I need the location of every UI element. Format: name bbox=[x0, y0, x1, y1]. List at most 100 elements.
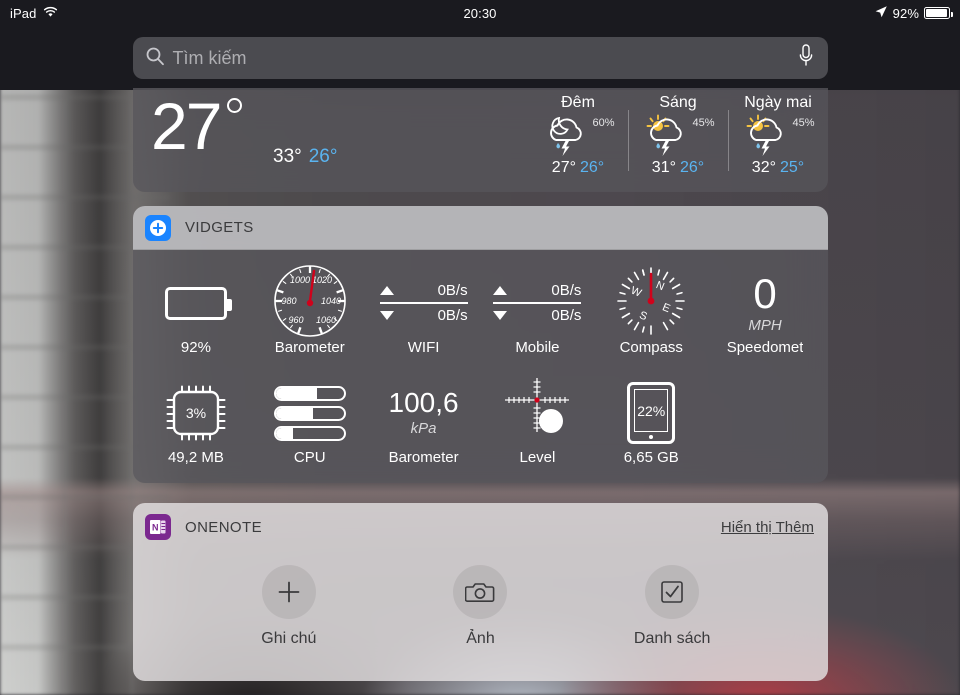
widget-label: Level bbox=[519, 449, 556, 466]
widget-speedometer[interactable]: 0 MPH Speedomet bbox=[708, 260, 822, 370]
show-more-button[interactable]: Hiển thị Thêm bbox=[721, 519, 814, 536]
barometer-gauge-icon: 1000 1020 980 1040 960 1060 bbox=[272, 263, 348, 344]
weather-forecast: Đêm 60% 27° 26° Sáng 45% 31° 26° Ngày ma… bbox=[528, 88, 828, 192]
onenote-action-list[interactable]: Danh sách bbox=[612, 565, 732, 648]
pressure-unit: kPa bbox=[410, 420, 437, 437]
widget-label: Speedomet bbox=[726, 339, 804, 356]
svg-text:S: S bbox=[638, 309, 649, 323]
onenote-icon: N bbox=[145, 514, 171, 540]
forecast-day-label: Đêm bbox=[561, 94, 595, 111]
forecast-precip: 60% bbox=[592, 117, 615, 129]
upload-speed: 0B/s bbox=[437, 282, 468, 300]
svg-text:E: E bbox=[661, 301, 672, 315]
compass-icon: N E S W bbox=[614, 264, 688, 343]
widget-level[interactable]: Level bbox=[481, 370, 595, 480]
plus-icon bbox=[261, 565, 316, 619]
download-speed: 0B/s bbox=[437, 306, 468, 324]
speed-unit: MPH bbox=[748, 316, 782, 334]
forecast-precip: 45% bbox=[792, 117, 815, 129]
search-placeholder: Tìm kiếm bbox=[172, 47, 247, 68]
status-bar-clock: 20:30 bbox=[463, 5, 497, 21]
widget-cpu[interactable]: CPU bbox=[253, 370, 367, 480]
weather-low: 26° bbox=[308, 146, 338, 167]
forecast-low: 26° bbox=[680, 159, 705, 176]
forecast-column: Ngày mai 45% 32° 25° bbox=[728, 94, 828, 177]
search-bar-container: Tìm kiếm bbox=[0, 26, 960, 90]
forecast-high: 32° bbox=[751, 159, 776, 176]
widget-barometer-gauge[interactable]: 1000 1020 980 1040 960 1060 Barometer bbox=[253, 260, 367, 370]
widget-pressure[interactable]: 100,6 kPa Barometer bbox=[367, 370, 481, 480]
widget-empty-slot bbox=[708, 370, 822, 480]
memory-chip-icon: 3% bbox=[165, 385, 227, 441]
widget-mobile-speed[interactable]: 0B/s 0B/s Mobile bbox=[481, 260, 595, 370]
weather-high-low: 33° 26° bbox=[273, 146, 337, 168]
widget-label: 49,2 MB bbox=[167, 449, 224, 466]
forecast-low: 26° bbox=[580, 159, 605, 176]
weather-high: 33° bbox=[273, 146, 302, 167]
speed-value: 0 bbox=[753, 269, 777, 317]
forecast-high: 27° bbox=[551, 159, 576, 176]
onenote-action-label: Ảnh bbox=[466, 630, 495, 647]
widget-label: 6,65 GB bbox=[623, 449, 679, 466]
widget-label: Compass bbox=[619, 339, 683, 356]
onenote-actions: Ghi chú Ảnh Danh sách bbox=[133, 551, 828, 648]
upload-arrow-icon bbox=[379, 286, 394, 296]
level-crosshair-icon bbox=[499, 376, 575, 451]
weather-current: 27 33° 26° bbox=[133, 88, 528, 192]
widget-compass[interactable]: N E S W Compass bbox=[594, 260, 708, 370]
svg-text:1040: 1040 bbox=[321, 296, 341, 306]
vidgets-widget[interactable]: VIDGETS 92% 1000 1020 980 1040 960 1060 … bbox=[133, 206, 828, 483]
forecast-column: Sáng 45% 31° 26° bbox=[628, 94, 728, 177]
svg-text:1020: 1020 bbox=[312, 275, 332, 285]
plus-circle-icon bbox=[145, 214, 171, 241]
location-arrow-icon bbox=[874, 5, 888, 22]
checkbox-icon bbox=[645, 565, 700, 619]
degree-symbol bbox=[227, 98, 243, 113]
onenote-widget[interactable]: N ONENOTE Hiển thị Thêm Ghi chú Ảnh Danh… bbox=[133, 503, 828, 681]
microphone-icon[interactable] bbox=[798, 44, 814, 73]
forecast-low: 25° bbox=[780, 159, 805, 176]
vidgets-title: VIDGETS bbox=[185, 219, 254, 236]
battery-percent-label: 92% bbox=[892, 5, 919, 21]
widget-label: CPU bbox=[293, 449, 326, 466]
vidgets-grid: 92% 1000 1020 980 1040 960 1060 Baromete… bbox=[133, 250, 828, 480]
forecast-day-label: Sáng bbox=[659, 94, 697, 111]
current-temperature: 27 bbox=[151, 93, 243, 159]
camera-icon bbox=[453, 565, 508, 619]
svg-text:W: W bbox=[629, 284, 644, 299]
widget-label: 92% bbox=[180, 339, 211, 356]
pressure-value: 100,6 bbox=[388, 387, 459, 418]
sun-cloud-lightning-rain-icon bbox=[741, 114, 791, 163]
memory-usage-value: 3% bbox=[186, 405, 206, 421]
forecast-precip: 45% bbox=[692, 117, 715, 129]
onenote-action-label: Danh sách bbox=[633, 630, 711, 647]
widget-label: Barometer bbox=[388, 449, 459, 466]
widget-memory[interactable]: 3% 49,2 MB bbox=[139, 370, 253, 480]
today-view-screen: iPad 20:30 92% Tìm kiếm 27 33° 26° Đêm 6… bbox=[0, 0, 960, 695]
onenote-action-label: Ghi chú bbox=[261, 630, 317, 647]
search-icon bbox=[145, 46, 165, 71]
widget-battery[interactable]: 92% bbox=[139, 260, 253, 370]
widget-label: WIFI bbox=[407, 339, 440, 356]
upload-speed: 0B/s bbox=[551, 282, 582, 300]
onenote-header: N ONENOTE Hiển thị Thêm bbox=[133, 503, 828, 551]
onenote-title: ONENOTE bbox=[185, 518, 262, 536]
vidgets-header[interactable]: VIDGETS bbox=[133, 206, 828, 250]
download-arrow-icon bbox=[493, 310, 508, 320]
weather-widget[interactable]: 27 33° 26° Đêm 60% 27° 26° Sáng 45% 31° … bbox=[133, 88, 828, 192]
widget-label: Mobile bbox=[515, 339, 560, 356]
svg-text:1000: 1000 bbox=[290, 275, 310, 285]
widget-storage[interactable]: 22% 6,65 GB bbox=[594, 370, 708, 480]
svg-text:960: 960 bbox=[288, 315, 303, 325]
svg-text:N: N bbox=[152, 522, 159, 532]
onenote-action-photo[interactable]: Ảnh bbox=[420, 565, 540, 648]
onenote-action-note[interactable]: Ghi chú bbox=[229, 565, 349, 648]
network-speed-icon: 0B/s 0B/s bbox=[379, 280, 468, 326]
ipad-storage-icon: 22% bbox=[627, 382, 676, 444]
widget-wifi-speed[interactable]: 0B/s 0B/s WIFI bbox=[367, 260, 481, 370]
search-input[interactable]: Tìm kiếm bbox=[132, 37, 828, 79]
upload-arrow-icon bbox=[493, 286, 508, 296]
forecast-high: 31° bbox=[651, 159, 676, 176]
svg-text:980: 980 bbox=[281, 296, 296, 306]
forecast-day-label: Ngày mai bbox=[744, 94, 812, 111]
